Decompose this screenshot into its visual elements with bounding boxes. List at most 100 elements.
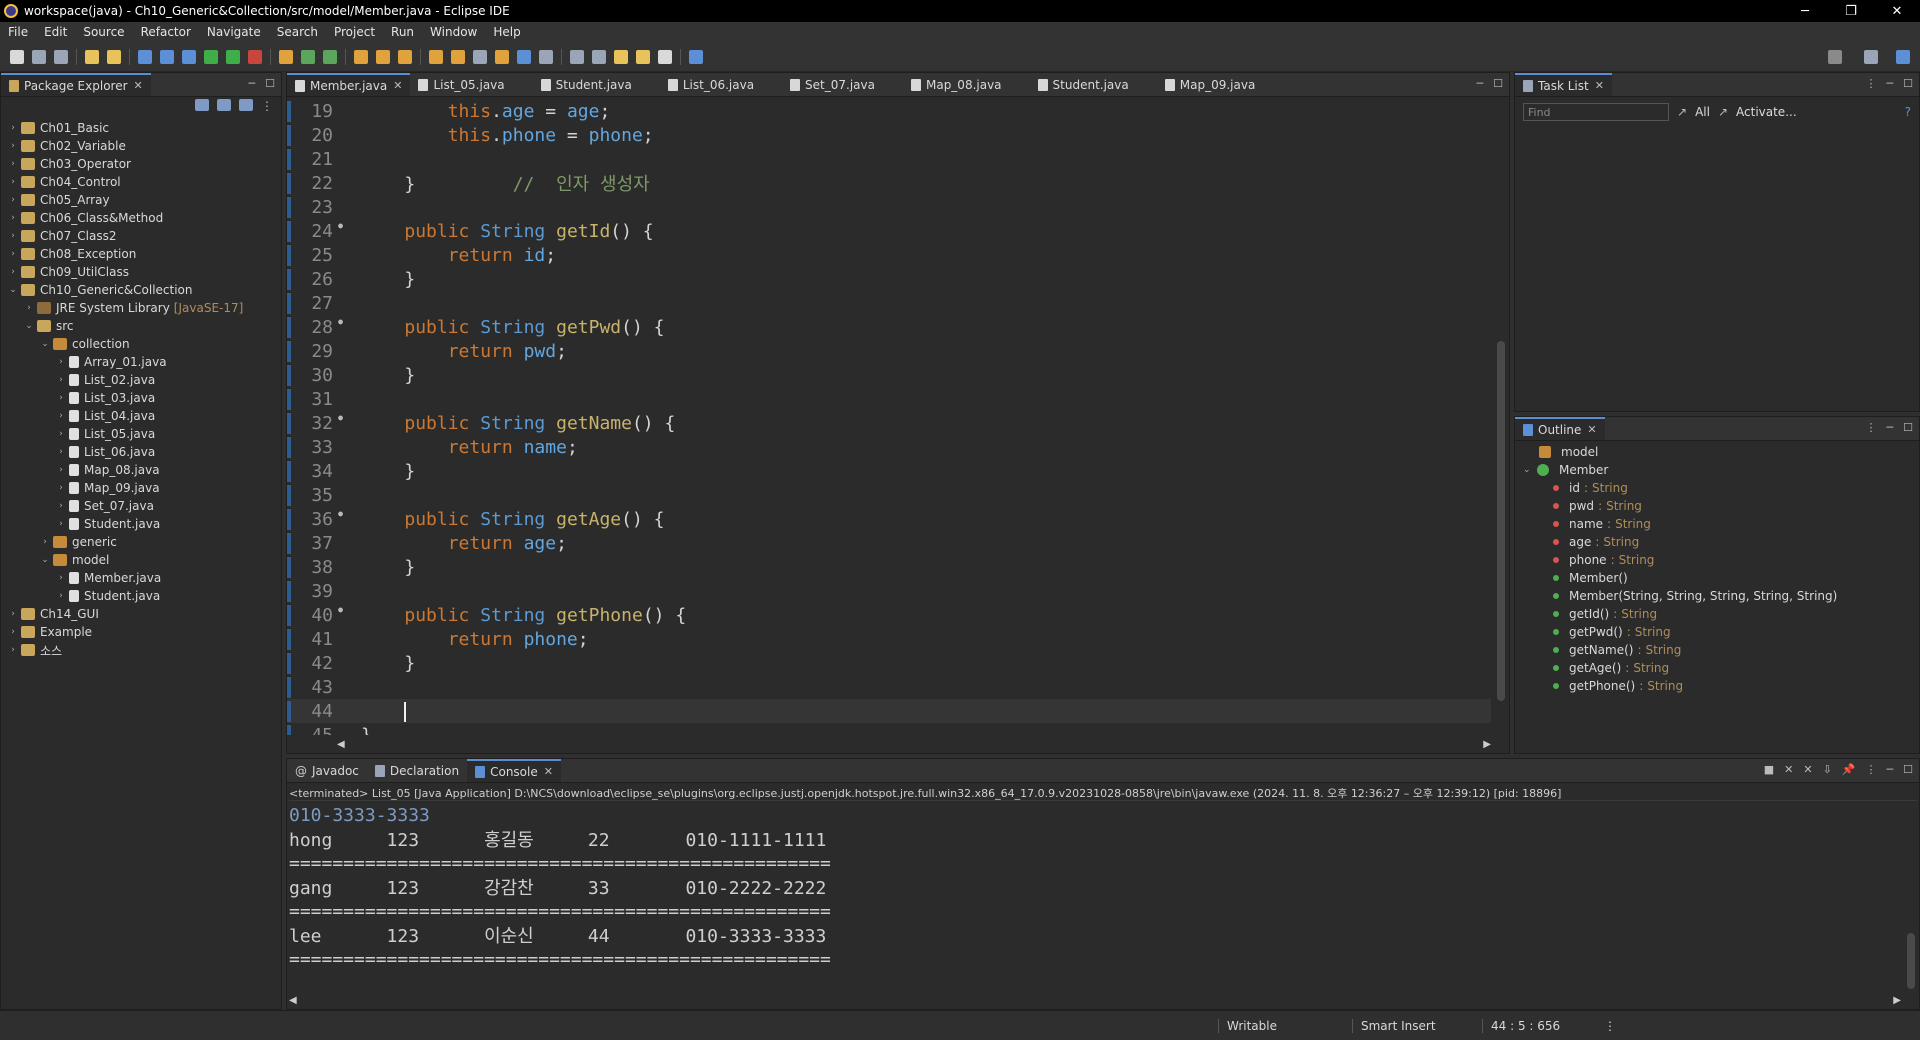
run-icon[interactable] [204, 49, 218, 64]
chevron-right-icon[interactable]: › [7, 123, 19, 133]
terminate-icon[interactable]: ■ [1764, 763, 1774, 776]
editor-tab[interactable]: Map_08.java [903, 73, 1030, 96]
minimize-icon[interactable]: ─ [1887, 763, 1894, 776]
tree-item[interactable]: › Map_08.java [1, 461, 281, 479]
close-icon[interactable]: ✕ [393, 79, 402, 92]
menu-navigate[interactable]: Navigate [199, 25, 269, 39]
chevron-right-icon[interactable]: › [7, 231, 19, 241]
new-package-icon[interactable] [301, 49, 315, 64]
task-activate-link[interactable]: Activate... [1736, 105, 1797, 119]
chevron-right-icon[interactable]: › [55, 591, 67, 601]
new-icon[interactable] [10, 49, 24, 64]
horizontal-scrollbar[interactable]: ◀ ▶ [337, 737, 1491, 751]
editor-tab[interactable]: Student.java [1030, 73, 1157, 96]
fold-marker-icon[interactable]: ● [338, 221, 343, 230]
scroll-left-icon[interactable]: ◀ [337, 739, 345, 750]
tab-declaration[interactable]: Declaration [367, 759, 467, 782]
search-icon[interactable] [1828, 49, 1842, 64]
tree-item[interactable]: › Ch02_Variable [1, 137, 281, 155]
code-area[interactable]: 19 this.age = age; 20 this.phone = phone;… [287, 99, 1491, 735]
toggle-breadcrumb-icon[interactable] [451, 49, 465, 64]
outline-member[interactable]: getId(): String [1515, 605, 1919, 623]
menu-project[interactable]: Project [326, 25, 383, 39]
editor-tab[interactable]: Map_09.java [1157, 73, 1284, 96]
fold-marker-icon[interactable]: ● [338, 605, 343, 614]
view-menu-icon[interactable]: ⋮ [1866, 77, 1877, 90]
scrollbar-thumb[interactable] [1907, 933, 1915, 989]
view-menu-icon[interactable]: ⋮ [1866, 763, 1877, 776]
editor-tab[interactable]: Student.java [533, 73, 660, 96]
chevron-right-icon[interactable]: › [55, 465, 67, 475]
search-tool-icon[interactable] [398, 49, 412, 64]
filters-icon[interactable] [239, 99, 253, 111]
terminal-icon[interactable] [138, 49, 152, 64]
skip-breakpoints-icon[interactable] [160, 49, 174, 64]
menu-window[interactable]: Window [422, 25, 485, 39]
maximize-icon[interactable]: ☐ [1493, 77, 1503, 90]
word-wrap-icon[interactable] [495, 49, 509, 64]
tree-item[interactable]: › Ch05_Array [1, 191, 281, 209]
minimize-icon[interactable]: ─ [249, 77, 256, 90]
tree-item[interactable]: › List_04.java [1, 407, 281, 425]
tab-package-explorer[interactable]: Package Explorer ✕ [1, 73, 151, 96]
last-edit-location-icon[interactable] [614, 49, 628, 64]
next-annotation-icon[interactable] [570, 49, 584, 64]
tree-item[interactable]: › Ch07_Class2 [1, 227, 281, 245]
chevron-right-icon[interactable]: › [7, 141, 19, 151]
chevron-down-icon[interactable]: ⌄ [39, 555, 51, 565]
tree-item[interactable]: › Ch06_Class&Method [1, 209, 281, 227]
chevron-right-icon[interactable]: › [23, 303, 35, 313]
tree-item[interactable]: › Ch14_GUI [1, 605, 281, 623]
chevron-right-icon[interactable]: › [7, 645, 19, 655]
pin-console-icon[interactable]: 📌 [1842, 763, 1856, 776]
chevron-right-icon[interactable]: › [55, 357, 67, 367]
tree-item[interactable]: › Ch03_Operator [1, 155, 281, 173]
maximize-icon[interactable]: ☐ [1903, 763, 1913, 776]
block-selection-icon[interactable] [473, 49, 487, 64]
chevron-right-icon[interactable]: › [55, 447, 67, 457]
show-whitespace-icon[interactable] [517, 49, 531, 64]
editor-tab[interactable]: Set_07.java [782, 73, 903, 96]
chevron-down-icon[interactable]: ⌄ [39, 339, 51, 349]
menu-refactor[interactable]: Refactor [133, 25, 199, 39]
close-icon[interactable]: ✕ [544, 765, 553, 778]
minimize-icon[interactable]: ─ [1477, 77, 1484, 90]
editor-tab[interactable]: List_06.java [660, 73, 782, 96]
chevron-right-icon[interactable]: › [55, 483, 67, 493]
menu-run[interactable]: Run [383, 25, 422, 39]
tree-item[interactable]: › Ch04_Control [1, 173, 281, 191]
new-class-icon[interactable] [323, 49, 337, 64]
tree-item[interactable]: › Student.java [1, 515, 281, 533]
tree-item[interactable]: › 소스 [1, 641, 281, 659]
previous-annotation-icon[interactable] [592, 49, 606, 64]
view-menu-icon[interactable]: ⋮ [1866, 421, 1877, 434]
back-icon[interactable] [636, 49, 650, 64]
outline-member[interactable]: Member(String, String, String, String, S… [1515, 587, 1919, 605]
open-perspective-icon[interactable] [1864, 49, 1878, 64]
tree-item[interactable]: › Set_07.java [1, 497, 281, 515]
tree-item[interactable]: › JRE System Library [JavaSE-17] [1, 299, 281, 317]
tree-item[interactable]: › generic [1, 533, 281, 551]
task-all-link[interactable]: All [1695, 105, 1710, 119]
external-tools-icon[interactable] [248, 49, 262, 64]
open-task-icon[interactable] [376, 49, 390, 64]
pilcrow-icon[interactable] [539, 49, 553, 64]
outline-member[interactable]: name: String [1515, 515, 1919, 533]
tab-task-list[interactable]: Task List ✕ [1515, 73, 1612, 96]
chevron-right-icon[interactable]: › [55, 375, 67, 385]
remove-all-icon[interactable]: ✕ [1803, 763, 1812, 776]
menu-source[interactable]: Source [75, 25, 132, 39]
scroll-lock-icon[interactable]: ⇩ [1823, 763, 1832, 776]
tree-item[interactable]: › Ch09_UtilClass [1, 263, 281, 281]
minimize-icon[interactable]: ─ [1887, 77, 1894, 90]
console-vertical-scrollbar[interactable] [1905, 803, 1917, 989]
tab-console[interactable]: Console ✕ [467, 759, 561, 782]
menu-file[interactable]: File [0, 25, 36, 39]
close-icon[interactable]: ✕ [1595, 79, 1604, 92]
debug-icon[interactable] [182, 49, 196, 64]
tree-item[interactable]: › Array_01.java [1, 353, 281, 371]
chevron-down-icon[interactable]: ⌄ [7, 285, 19, 295]
outline-member[interactable]: getName(): String [1515, 641, 1919, 659]
save-icon[interactable] [32, 49, 46, 64]
tree-item[interactable]: › List_05.java [1, 425, 281, 443]
